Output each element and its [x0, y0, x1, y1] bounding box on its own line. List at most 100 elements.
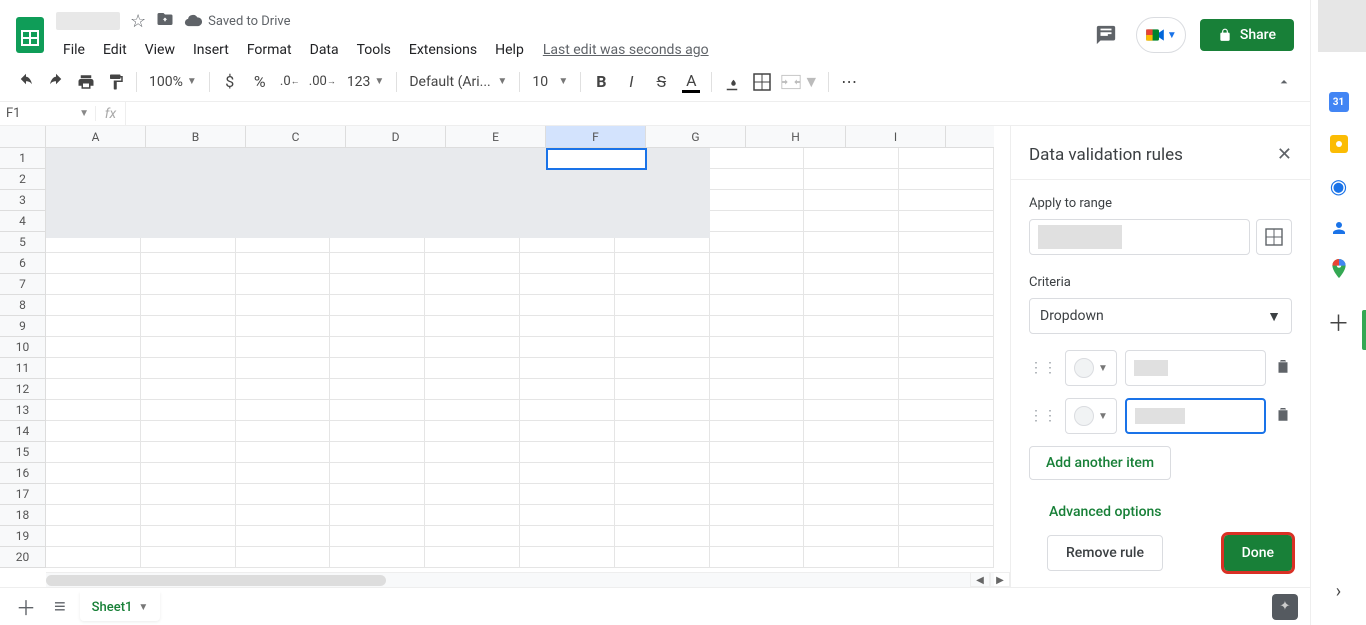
add-addon-icon[interactable]: ＋ — [1329, 312, 1349, 332]
cell[interactable] — [804, 337, 899, 358]
cell[interactable] — [236, 400, 331, 421]
col-header[interactable]: F — [546, 126, 646, 147]
italic-icon[interactable]: I — [617, 68, 645, 96]
cell[interactable] — [615, 400, 710, 421]
row-header[interactable]: 7 — [0, 274, 46, 295]
strikethrough-icon[interactable]: S — [647, 68, 675, 96]
cell[interactable] — [615, 274, 710, 295]
cell[interactable] — [710, 400, 805, 421]
menu-extensions[interactable]: Extensions — [402, 38, 484, 62]
more-icon[interactable]: ⋯ — [835, 68, 863, 96]
cell[interactable] — [141, 358, 236, 379]
cell[interactable] — [46, 337, 141, 358]
cell[interactable] — [615, 463, 710, 484]
cell[interactable] — [804, 295, 899, 316]
row-header[interactable]: 4 — [0, 211, 46, 232]
row-header[interactable]: 17 — [0, 484, 46, 505]
keep-icon[interactable] — [1329, 134, 1349, 154]
apply-to-range-input[interactable] — [1029, 219, 1250, 255]
row-header[interactable]: 8 — [0, 295, 46, 316]
cell[interactable] — [804, 232, 899, 253]
cell[interactable] — [804, 547, 899, 568]
zoom-select[interactable]: 100%▼ — [143, 74, 203, 90]
cell[interactable] — [425, 484, 520, 505]
cell[interactable] — [425, 421, 520, 442]
cell[interactable] — [236, 526, 331, 547]
cell[interactable] — [141, 484, 236, 505]
horizontal-scrollbar[interactable] — [46, 572, 994, 587]
cell[interactable] — [425, 253, 520, 274]
cell[interactable] — [236, 379, 331, 400]
cell[interactable] — [710, 190, 805, 211]
cell[interactable] — [899, 295, 994, 316]
row-header[interactable]: 15 — [0, 442, 46, 463]
delete-option-icon[interactable] — [1274, 405, 1292, 428]
cell[interactable] — [425, 274, 520, 295]
scroll-left-icon[interactable]: ◀ — [970, 572, 990, 587]
cell[interactable] — [804, 442, 899, 463]
cell[interactable] — [46, 463, 141, 484]
menu-help[interactable]: Help — [488, 38, 531, 62]
text-color-icon[interactable]: A — [677, 68, 705, 96]
cell[interactable] — [141, 253, 236, 274]
col-header[interactable]: I — [846, 126, 946, 147]
cell[interactable] — [425, 442, 520, 463]
name-box[interactable]: F1▼ — [0, 106, 96, 121]
select-range-icon[interactable] — [1256, 219, 1292, 255]
cell[interactable] — [141, 442, 236, 463]
cell[interactable] — [330, 421, 425, 442]
cell[interactable] — [710, 379, 805, 400]
cell[interactable] — [710, 232, 805, 253]
col-header[interactable]: D — [346, 126, 446, 147]
cell[interactable] — [425, 379, 520, 400]
tasks-icon[interactable]: ◉ — [1329, 176, 1349, 196]
cell[interactable] — [899, 547, 994, 568]
cell[interactable] — [330, 442, 425, 463]
cell[interactable] — [899, 337, 994, 358]
cell[interactable] — [710, 211, 805, 232]
cell[interactable] — [804, 274, 899, 295]
merge-cells-icon[interactable]: ▼ — [778, 68, 822, 96]
row-header[interactable]: 10 — [0, 337, 46, 358]
cell[interactable] — [330, 379, 425, 400]
cell[interactable] — [46, 421, 141, 442]
cell[interactable] — [236, 442, 331, 463]
row-header[interactable]: 2 — [0, 169, 46, 190]
cell[interactable] — [46, 295, 141, 316]
cell[interactable] — [615, 358, 710, 379]
cloud-status[interactable]: Saved to Drive — [184, 12, 290, 30]
cell[interactable] — [804, 400, 899, 421]
cell[interactable] — [899, 253, 994, 274]
account-placeholder[interactable] — [1318, 0, 1366, 52]
cell[interactable] — [425, 526, 520, 547]
row-header[interactable]: 3 — [0, 190, 46, 211]
cell[interactable] — [330, 526, 425, 547]
row-header[interactable]: 5 — [0, 232, 46, 253]
cell[interactable] — [236, 295, 331, 316]
menu-data[interactable]: Data — [303, 38, 346, 62]
menu-view[interactable]: View — [138, 38, 182, 62]
sheets-logo-icon[interactable] — [12, 13, 48, 57]
cell[interactable] — [46, 505, 141, 526]
cell[interactable] — [804, 421, 899, 442]
cell[interactable] — [899, 358, 994, 379]
cell[interactable] — [46, 442, 141, 463]
cell[interactable] — [615, 295, 710, 316]
cell[interactable] — [520, 295, 615, 316]
row-header[interactable]: 19 — [0, 526, 46, 547]
cell[interactable] — [520, 274, 615, 295]
cell[interactable] — [520, 253, 615, 274]
cell[interactable] — [141, 379, 236, 400]
cell[interactable] — [615, 253, 710, 274]
cell[interactable] — [330, 547, 425, 568]
cell[interactable] — [710, 253, 805, 274]
contacts-icon[interactable] — [1329, 218, 1349, 238]
advanced-options-link[interactable]: Advanced options — [1049, 504, 1292, 520]
borders-icon[interactable] — [748, 68, 776, 96]
cell[interactable] — [520, 484, 615, 505]
cell[interactable] — [46, 526, 141, 547]
cell[interactable] — [899, 463, 994, 484]
star-icon[interactable]: ☆ — [130, 11, 146, 32]
option-value-input[interactable] — [1125, 350, 1266, 386]
cell[interactable] — [615, 547, 710, 568]
